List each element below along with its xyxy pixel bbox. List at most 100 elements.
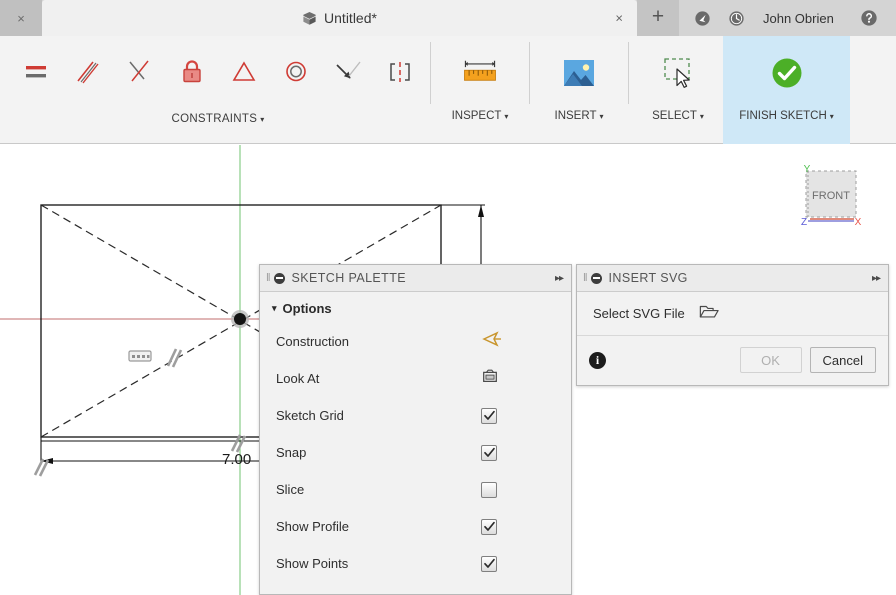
perpendicular-constraint-button[interactable] xyxy=(114,38,166,106)
tab-overflow-close-label: × xyxy=(17,10,25,26)
green-check-icon xyxy=(770,36,804,110)
insert-label: INSERT xyxy=(554,110,597,122)
document-tab[interactable]: Untitled* × xyxy=(42,0,637,36)
chevron-down-icon: ▾ xyxy=(272,303,277,313)
chevron-down-icon: ▾ xyxy=(699,111,704,121)
marquee-cursor-icon xyxy=(660,36,696,110)
ruler-icon xyxy=(460,36,500,110)
tab-close-label: × xyxy=(615,10,623,26)
collapse-icon[interactable] xyxy=(590,272,602,284)
concentric-constraint-icon xyxy=(286,61,306,82)
document-tab-title: Untitled* xyxy=(302,10,377,26)
constraints-label-text: CONSTRAINTS xyxy=(171,113,258,125)
show-points-checkbox[interactable] xyxy=(481,555,497,572)
user-name-label: John Obrien xyxy=(763,10,834,26)
ribbon-divider xyxy=(529,42,530,104)
horizontal-vertical-constraint-icon xyxy=(26,66,46,78)
option-label-construction: Construction xyxy=(276,334,349,349)
view-cube-axis-y: Y xyxy=(804,164,811,175)
horizontal-vertical-constraint-button[interactable] xyxy=(10,38,62,106)
new-tab-button[interactable]: + xyxy=(637,0,679,36)
help-icon[interactable] xyxy=(852,0,886,36)
canvas-fix-constraint-glyph[interactable] xyxy=(128,349,152,368)
expand-right-icon[interactable]: ▸▸ xyxy=(872,273,881,284)
collapse-icon[interactable] xyxy=(273,272,285,284)
concentric-constraint-button[interactable] xyxy=(270,38,322,106)
finish-sketch-label: FINISH SKETCH xyxy=(739,110,827,122)
parallel-constraint-button[interactable] xyxy=(62,38,114,106)
option-label-sketch-grid: Sketch Grid xyxy=(276,408,344,423)
insert-svg-header[interactable]: ‖ INSERT SVG ▸▸ xyxy=(577,265,888,292)
plus-icon: + xyxy=(651,5,665,28)
cancel-button[interactable]: Cancel xyxy=(809,347,876,373)
drag-handle-icon[interactable]: ‖ xyxy=(583,272,587,284)
symmetry-constraint-button[interactable] xyxy=(374,38,426,106)
insert-svg-panel: ‖ INSERT SVG ▸▸ Select SVG File i OK Can… xyxy=(576,264,889,386)
option-row-look-at[interactable]: Look At xyxy=(260,360,571,397)
option-row-show-profile[interactable]: Show Profile xyxy=(260,508,571,545)
ribbon-group-constraints: CONSTRAINTS ▾ xyxy=(10,36,426,144)
construction-icon[interactable] xyxy=(481,330,503,353)
select-svg-file-label: Select SVG File xyxy=(593,306,685,321)
inspect-button[interactable]: INSPECT ▾ xyxy=(435,36,525,144)
dimension-value-label[interactable]: 7.00 xyxy=(222,451,251,468)
ok-button-label: OK xyxy=(761,352,780,368)
collinear-constraint-button[interactable] xyxy=(322,38,374,106)
symmetry-constraint-icon xyxy=(390,62,410,82)
chevron-down-icon: ▾ xyxy=(260,114,265,124)
document-icon xyxy=(302,11,317,26)
insert-button[interactable]: INSERT ▾ xyxy=(534,36,624,144)
user-account-button[interactable]: John Obrien xyxy=(753,11,848,26)
finish-sketch-button[interactable]: FINISH SKETCH ▾ xyxy=(723,36,850,144)
chevron-down-icon: ▾ xyxy=(599,111,604,121)
option-label-show-points: Show Points xyxy=(276,556,349,571)
equal-constraint-button[interactable] xyxy=(218,38,270,106)
sketch-grid-checkbox[interactable] xyxy=(481,407,497,424)
expand-right-icon[interactable]: ▸▸ xyxy=(555,273,564,284)
insert-svg-footer: i OK Cancel xyxy=(577,336,888,384)
slice-checkbox[interactable] xyxy=(481,481,497,498)
option-row-snap[interactable]: Snap xyxy=(260,434,571,471)
tab-bar-right-tools: John Obrien xyxy=(679,0,896,36)
refresh-icon[interactable] xyxy=(685,0,719,36)
folder-open-icon[interactable] xyxy=(699,303,719,325)
view-cube[interactable]: FRONT Y X Z xyxy=(788,163,876,241)
equal-constraint-icon xyxy=(232,61,256,81)
select-svg-file-row: Select SVG File xyxy=(577,292,888,336)
collinear-constraint-icon xyxy=(336,61,361,79)
snap-checkbox[interactable] xyxy=(481,444,497,461)
insert-svg-body: Select SVG File i OK Cancel xyxy=(577,292,888,384)
ribbon-overflow-icon[interactable] xyxy=(0,36,10,108)
image-icon xyxy=(562,36,596,110)
ribbon-divider xyxy=(430,42,431,104)
sketch-palette-header[interactable]: ‖ SKETCH PALETTE ▸▸ xyxy=(260,265,571,292)
tab-overflow-close-button[interactable]: × xyxy=(0,0,42,36)
view-cube-axis-z: Z xyxy=(801,217,807,228)
option-row-slice[interactable]: Slice xyxy=(260,471,571,508)
view-cube-face-label: FRONT xyxy=(812,190,850,202)
parallel-constraint-icon xyxy=(77,61,99,84)
option-row-show-points[interactable]: Show Points xyxy=(260,545,571,582)
canvas-parallel-constraint-glyph[interactable] xyxy=(163,345,185,374)
option-row-sketch-grid[interactable]: Sketch Grid xyxy=(260,397,571,434)
close-icon[interactable]: × xyxy=(615,11,623,26)
ribbon-group-constraints-label[interactable]: CONSTRAINTS ▾ xyxy=(10,108,426,130)
options-section-header[interactable]: ▾ Options xyxy=(260,292,571,323)
option-row-construction[interactable]: Construction xyxy=(260,323,571,360)
fix-unfix-constraint-button[interactable] xyxy=(166,38,218,106)
info-icon[interactable]: i xyxy=(589,351,606,369)
canvas-parallel-constraint-glyph[interactable] xyxy=(31,455,53,484)
history-icon[interactable] xyxy=(719,0,753,36)
cancel-button-label: Cancel xyxy=(822,352,863,368)
options-section-label: Options xyxy=(282,301,332,316)
perpendicular-constraint-icon xyxy=(129,60,149,82)
ribbon-divider xyxy=(628,42,629,104)
option-label-slice: Slice xyxy=(276,482,305,497)
show-profile-checkbox[interactable] xyxy=(481,518,497,535)
view-cube-axis-x: X xyxy=(855,217,862,228)
ok-button[interactable]: OK xyxy=(739,347,802,373)
look-at-icon[interactable] xyxy=(481,367,499,390)
drag-handle-icon[interactable]: ‖ xyxy=(266,272,270,284)
sketch-palette-panel: ‖ SKETCH PALETTE ▸▸ ▾ Options Constructi… xyxy=(259,264,572,595)
select-button[interactable]: SELECT ▾ xyxy=(633,36,723,144)
